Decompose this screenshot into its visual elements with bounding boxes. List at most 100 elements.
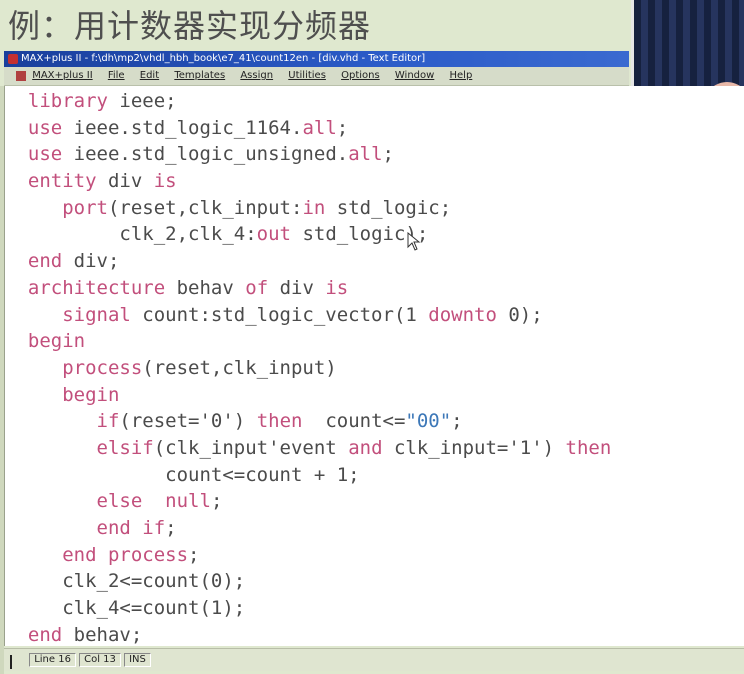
code-text: 0);	[496, 303, 543, 326]
code-line: if(reset='0') then count<="00";	[5, 408, 611, 435]
code-line: begin	[5, 382, 611, 409]
code-line: count<=count + 1;	[5, 462, 611, 489]
code-keyword: elsif	[96, 436, 154, 459]
code-text: ieee;	[107, 90, 177, 112]
code-line: use ieee.std_logic_unsigned.all;	[5, 141, 611, 168]
menu-maxplus[interactable]: MAX+plus II	[32, 70, 92, 81]
menu-file[interactable]: File	[108, 70, 125, 81]
status-line: Line 16	[29, 653, 76, 667]
code-area[interactable]: library ieee; use ieee.std_logic_1164.al…	[5, 88, 611, 648]
code-text: (clk_input'event	[153, 436, 349, 459]
code-text: ;	[188, 543, 200, 566]
menu-help[interactable]: Help	[450, 70, 473, 81]
code-line: signal count:std_logic_vector(1 downto 0…	[5, 302, 611, 329]
code-keyword: entity	[27, 170, 97, 193]
code-keyword: else	[96, 490, 143, 513]
code-line: entity div is	[5, 168, 611, 195]
menu-window[interactable]: Window	[395, 70, 434, 81]
code-line: clk_2,clk_4:out std_logic);	[5, 221, 611, 248]
code-text: div	[268, 276, 326, 299]
code-keyword: is	[325, 276, 349, 299]
code-keyword: all	[348, 143, 383, 166]
code-text: (reset,clk_input:	[107, 196, 303, 219]
code-text: clk_2,clk_4:	[5, 223, 257, 246]
code-text: ;	[210, 490, 223, 513]
code-keyword: use	[27, 116, 63, 139]
code-keyword: begin	[62, 383, 120, 406]
code-keyword: architecture	[27, 276, 166, 299]
code-keyword: end	[27, 250, 63, 273]
code-keyword: end	[27, 623, 63, 646]
code-text: ieee.std_logic_unsigned.	[62, 143, 349, 166]
code-line: library ieee;	[5, 88, 611, 115]
menu-assign[interactable]: Assign	[240, 70, 273, 81]
code-keyword: library	[27, 90, 108, 112]
code-line: clk_2<=count(0);	[5, 568, 611, 595]
menu-utilities[interactable]: Utilities	[288, 70, 326, 81]
menu-options[interactable]: Options	[341, 70, 380, 81]
code-keyword: end process	[62, 543, 189, 566]
code-line: use ieee.std_logic_1164.all;	[5, 115, 611, 142]
code-text: ;	[382, 143, 394, 166]
code-line: process(reset,clk_input)	[5, 355, 611, 382]
code-text: behav;	[62, 623, 143, 646]
code-line: end div;	[5, 248, 611, 275]
system-menu-icon[interactable]	[16, 71, 26, 81]
code-keyword: end if	[96, 517, 166, 539]
code-keyword: signal	[62, 303, 131, 326]
code-string: "00"	[405, 410, 452, 433]
code-line: else null;	[5, 488, 611, 515]
code-text: ;	[451, 410, 463, 433]
menu-templates[interactable]: Templates	[174, 70, 225, 81]
code-keyword: process	[62, 356, 143, 379]
code-keyword: downto	[428, 303, 497, 326]
code-text: count<=count + 1;	[5, 463, 360, 486]
code-line: end if;	[5, 515, 611, 542]
code-text: ieee.std_logic_1164.	[62, 116, 303, 139]
status-mode: INS	[124, 653, 151, 667]
text-editor[interactable]: library ieee; use ieee.std_logic_1164.al…	[4, 86, 744, 646]
code-keyword: out	[256, 223, 291, 246]
code-line: port(reset,clk_input:in std_logic;	[5, 195, 611, 222]
app-icon[interactable]	[8, 54, 18, 64]
code-line: architecture behav of div is	[5, 275, 611, 302]
code-text: div;	[62, 250, 120, 273]
code-keyword: then	[256, 410, 303, 433]
window-titlebar[interactable]: MAX+plus II - f:\dh\mp2\vhdl_hbh_book\e7…	[4, 51, 629, 67]
code-keyword: all	[302, 116, 337, 139]
code-text: clk_4<=count(1);	[5, 597, 246, 620]
code-keyword: then	[565, 436, 612, 459]
code-text: count<=	[302, 410, 406, 433]
code-line: clk_4<=count(1);	[5, 595, 611, 622]
status-col: Col 13	[79, 653, 121, 667]
status-divider	[10, 655, 12, 669]
menu-bar: MAX+plus II File Edit Templates Assign U…	[4, 67, 629, 86]
code-keyword: in	[302, 196, 326, 219]
code-keyword: port	[62, 196, 108, 219]
code-text: (reset,clk_input)	[142, 356, 337, 379]
code-line: end process;	[5, 542, 611, 569]
mouse-cursor-icon	[407, 232, 421, 251]
code-keyword: of	[245, 276, 269, 299]
menu-edit[interactable]: Edit	[140, 70, 159, 81]
code-text: ;	[336, 116, 349, 139]
code-keyword: use	[27, 143, 63, 166]
code-keyword: and	[348, 436, 383, 459]
code-line: begin	[5, 328, 611, 355]
code-keyword: begin	[27, 330, 86, 353]
